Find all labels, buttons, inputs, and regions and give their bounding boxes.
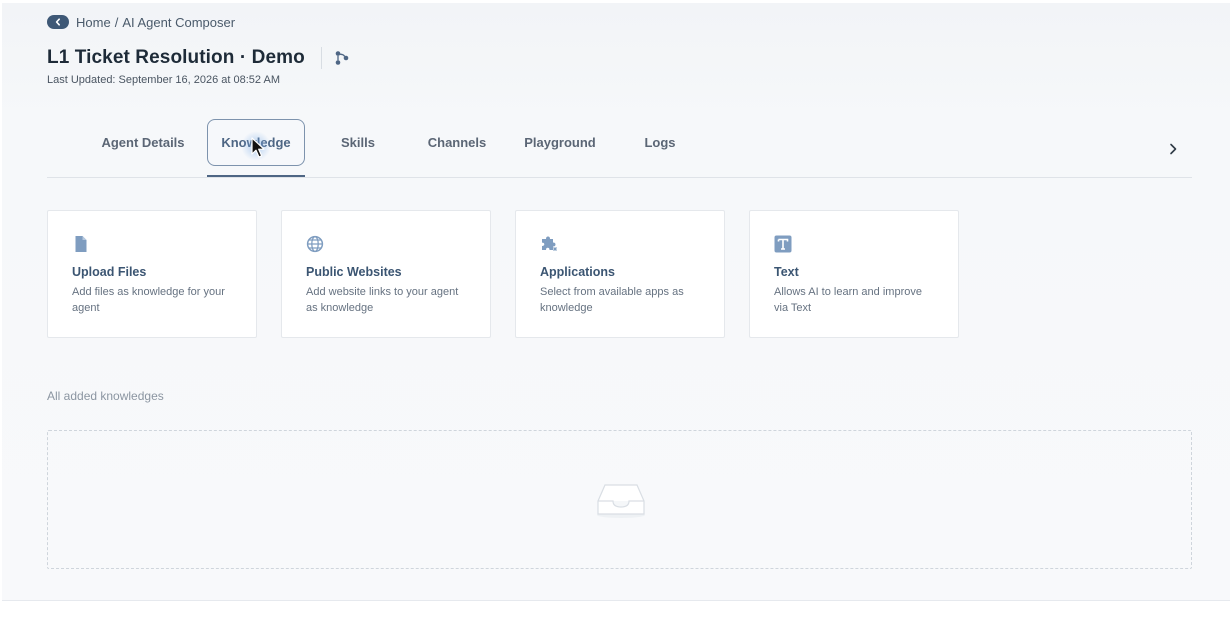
breadcrumb: Home / AI Agent Composer xyxy=(76,15,235,30)
flow-icon xyxy=(335,51,349,65)
card-description: Add files as knowledge for your agent xyxy=(72,286,225,314)
title-row: L1 Ticket Resolution · Demo xyxy=(47,47,352,69)
card-title: Upload Files xyxy=(72,265,147,279)
chevron-right-icon xyxy=(1170,143,1177,155)
card-applications[interactable]: Applications Select from available apps … xyxy=(515,210,725,338)
title-divider xyxy=(320,47,322,69)
file-icon xyxy=(75,236,87,252)
card-title: Text xyxy=(774,265,799,279)
card-title: Public Websites xyxy=(306,265,402,279)
knowledge-list-empty xyxy=(47,430,1192,569)
flow-button[interactable] xyxy=(332,48,352,68)
card-title: Applications xyxy=(540,265,616,279)
card-upload-files[interactable]: Upload Files Add files as knowledge for … xyxy=(47,210,257,338)
card-description: Add website links to your agent as knowl… xyxy=(306,286,459,314)
card-description: Select from available apps as knowledge xyxy=(540,286,684,314)
page: Home / AI Agent Composer L1 Ticket Resolut… xyxy=(2,3,1230,601)
tab-bar: Agent Details Knowledge Skills Channels … xyxy=(47,119,1192,178)
tab-playground[interactable]: Playground xyxy=(513,119,607,166)
active-tab-indicator xyxy=(207,175,305,177)
tab-knowledge[interactable]: Knowledge xyxy=(207,119,305,166)
text-icon xyxy=(774,235,792,253)
tab-channels[interactable]: Channels xyxy=(413,119,501,166)
inbox-icon xyxy=(597,484,645,518)
chevron-left-icon xyxy=(55,18,60,26)
knowledge-list-label: All added knowledges xyxy=(47,389,164,403)
tab-skills[interactable]: Skills xyxy=(319,119,397,166)
last-updated: Last Updated: September 16, 2026 at 08:5… xyxy=(47,74,280,86)
tab-logs[interactable]: Logs xyxy=(625,119,695,166)
puzzle-icon xyxy=(542,236,557,251)
breadcrumb-current: AI Agent Composer xyxy=(122,15,236,30)
tab-agent-details[interactable]: Agent Details xyxy=(87,119,199,166)
page-title: L1 Ticket Resolution · Demo xyxy=(47,47,305,68)
breadcrumb-separator: / xyxy=(114,15,119,30)
globe-icon xyxy=(306,235,324,253)
card-text[interactable]: Text Allows AI to learn and improve via … xyxy=(749,210,959,338)
back-button[interactable] xyxy=(47,15,69,29)
card-description: Allows AI to learn and improve via Text xyxy=(774,286,922,314)
tabs-scroll-right-button[interactable] xyxy=(1163,139,1183,159)
card-public-websites[interactable]: Public Websites Add website links to you… xyxy=(281,210,491,338)
breadcrumb-home[interactable]: Home xyxy=(76,15,111,30)
